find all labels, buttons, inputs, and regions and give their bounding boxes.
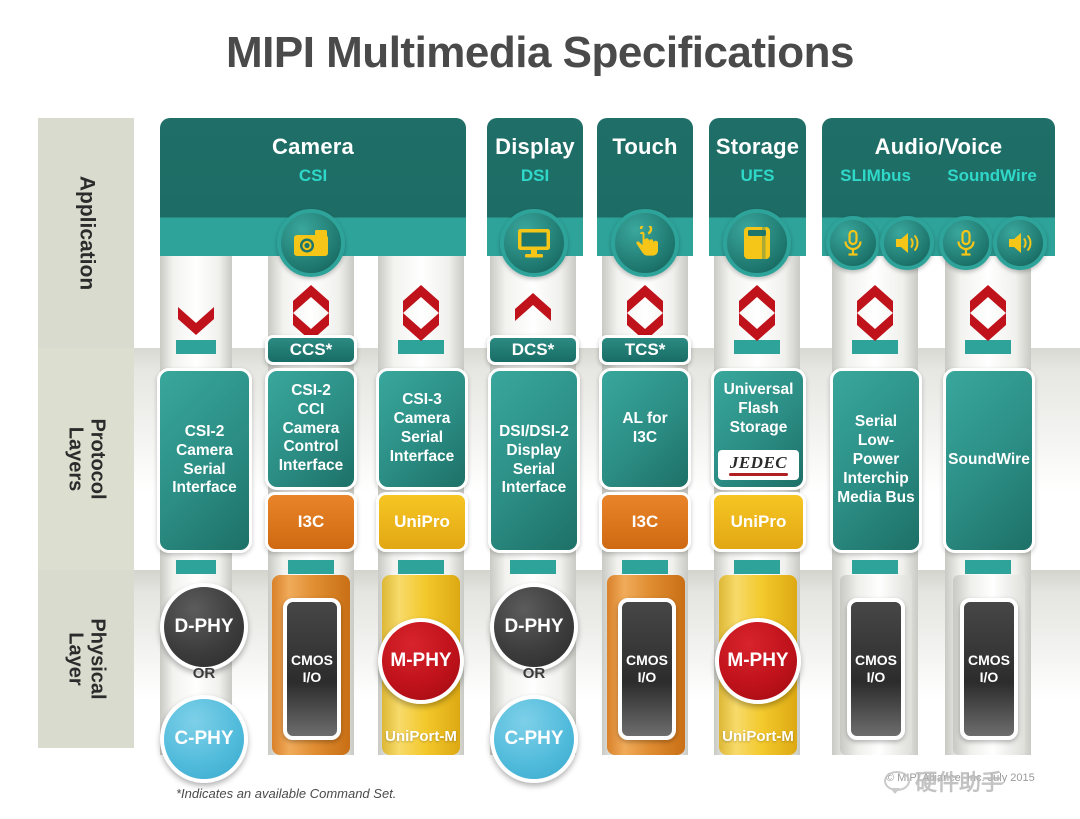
layer-label-protocol-line1: Protocol (86, 418, 109, 500)
layer-band-physical: Physical Layer (38, 570, 134, 748)
layer-label-protocol-line2: Layers (65, 426, 87, 492)
phy-cmos-box-cci[interactable]: CMOS I/O (283, 598, 341, 740)
watermark-bubble-icon (884, 771, 910, 794)
page-title: MIPI Multimedia Specifications (225, 28, 855, 77)
connector-nub-lower-dsi (510, 560, 556, 574)
monitor-icon[interactable] (500, 209, 568, 277)
camera-icon[interactable] (277, 209, 345, 277)
application-spec-slimbus: SLIMbus (840, 166, 911, 185)
protocol-box-soundwire[interactable]: SoundWire (943, 368, 1035, 553)
connector-nub-csi3 (398, 340, 444, 354)
phy-cmos-label-slimbus: CMOS I/O (855, 652, 897, 685)
application-name-audio-voice: Audio/Voice (874, 134, 1003, 159)
connector-nub-csi2 (176, 340, 216, 354)
phy-uniport-label-csi3: UniPort-M (385, 728, 457, 745)
watermark: 硬件助手 (884, 764, 1076, 798)
application-name-touch: Touch (612, 134, 678, 159)
phy-cmos-box-touch[interactable]: CMOS I/O (618, 598, 676, 740)
layer-label-physical-line2: Layer (65, 632, 87, 686)
jedec-logo-underline (729, 473, 788, 476)
arrow-down-csi2 (176, 305, 216, 337)
application-spec-storage: UFS (740, 166, 775, 185)
speaker-icon[interactable] (993, 216, 1047, 270)
phy-cmos-label-cci: CMOS I/O (291, 652, 333, 685)
arrow-bidirectional-slimbus (855, 285, 895, 341)
phy-cmos-box-soundwire[interactable]: CMOS I/O (960, 598, 1018, 740)
command-set-pill-ccs[interactable]: CCS* (265, 335, 357, 365)
storage-icon[interactable] (723, 209, 791, 277)
phy-circle-dphy-csi2[interactable]: D-PHY (160, 583, 248, 671)
arrow-bidirectional-soundwire (968, 285, 1008, 341)
phy-uniport-label-storage: UniPort-M (722, 728, 794, 745)
layer-label-physical-line1: Physical (86, 618, 109, 700)
application-spec-soundwire: SoundWire (947, 166, 1037, 185)
connector-nub-storage (734, 340, 780, 354)
connector-nub-lower-soundwire (965, 560, 1011, 574)
jedec-logo: JEDEC (718, 450, 799, 480)
command-set-pill-tcs[interactable]: TCS* (599, 335, 691, 365)
connector-nub-lower-storage (734, 560, 780, 574)
protocol-box-storage-text: Universal Flash Storage (723, 381, 794, 436)
touch-hand-icon[interactable] (611, 209, 679, 277)
protocol-box-csi2-text: CSI-2 Camera Serial Interface (172, 422, 237, 497)
connector-nub-lower-cci (288, 560, 334, 574)
arrow-bidirectional-touch (625, 285, 665, 341)
connector-nub-lower-slimbus (852, 560, 898, 574)
application-spec-display: DSI (520, 166, 550, 185)
protocol-box-touch-text: AL for I3C (622, 410, 668, 446)
phy-circle-dphy-dsi[interactable]: D-PHY (490, 583, 578, 671)
connector-nub-lower-csi2 (176, 560, 216, 574)
microphone-icon[interactable] (939, 216, 993, 270)
layer-band-application: Application (38, 118, 134, 348)
connector-nub-lower-touch (622, 560, 668, 574)
speaker-icon[interactable] (880, 216, 934, 270)
phy-circle-mphy-csi3[interactable]: M-PHY (378, 618, 464, 704)
watermark-text: 硬件助手 (915, 770, 1004, 795)
phy-circle-mphy-storage[interactable]: M-PHY (715, 618, 801, 704)
protocol-box-csi3[interactable]: CSI-3 Camera Serial Interface (376, 368, 468, 490)
phy-cmos-box-slimbus[interactable]: CMOS I/O (847, 598, 905, 740)
protocol-sub-storage-unipro[interactable]: UniPro (711, 492, 806, 552)
protocol-sub-csi3-unipro[interactable]: UniPro (376, 492, 468, 552)
phy-cmos-label-touch: CMOS I/O (626, 652, 668, 685)
application-name-camera: Camera (272, 134, 354, 159)
application-name-storage: Storage (715, 134, 800, 159)
command-set-pill-dcs[interactable]: DCS* (487, 335, 579, 365)
connector-nub-lower-csi3 (398, 560, 444, 574)
protocol-sub-cci-i3c[interactable]: I3C (265, 492, 357, 552)
protocol-box-csi3-text: CSI-3 Camera Serial Interface (389, 391, 455, 465)
connector-nub-slimbus (852, 340, 898, 354)
phy-or-label-csi2: OR (192, 665, 216, 682)
protocol-box-slimbus-text: Serial Low-Power Interchip Media Bus (837, 413, 915, 506)
arrow-bidirectional-storage (737, 285, 777, 341)
phy-or-label-dsi: OR (522, 665, 546, 682)
jedec-logo-text: JEDEC (729, 453, 788, 472)
phy-circle-cphy-dsi[interactable]: C-PHY (490, 695, 578, 783)
protocol-box-cci-text: CSI-2 CCI Camera Control Interface (278, 381, 344, 475)
microphone-icon[interactable] (826, 216, 880, 270)
connector-nub-soundwire (965, 340, 1011, 354)
application-name-display: Display (495, 134, 575, 159)
protocol-box-touch[interactable]: AL for I3C (599, 368, 691, 490)
layer-label-application: Application (75, 175, 99, 291)
arrow-bidirectional-cci (291, 285, 331, 341)
protocol-sub-touch-i3c[interactable]: I3C (599, 492, 691, 552)
application-spec-camera: CSI (298, 166, 328, 185)
application-spec-row-audio-voice: SLIMbus SoundWire (822, 166, 1055, 186)
arrow-up-dsi (513, 291, 553, 323)
protocol-box-dsi[interactable]: DSI/DSI-2 Display Serial Interface (488, 368, 580, 553)
diagram-canvas: MIPI Multimedia Specifications Applicati… (0, 0, 1080, 819)
layer-label-physical: Physical Layer (64, 618, 109, 700)
phy-cmos-label-soundwire: CMOS I/O (968, 652, 1010, 685)
layer-label-protocol: Protocol Layers (64, 418, 109, 500)
protocol-box-soundwire-text: SoundWire (948, 451, 1030, 469)
protocol-box-cci[interactable]: CSI-2 CCI Camera Control Interface (265, 368, 357, 490)
protocol-box-dsi-text: DSI/DSI-2 Display Serial Interface (499, 422, 569, 497)
layer-band-protocol: Protocol Layers (38, 348, 134, 570)
protocol-box-slimbus[interactable]: Serial Low-Power Interchip Media Bus (830, 368, 922, 553)
protocol-box-csi2[interactable]: CSI-2 Camera Serial Interface (157, 368, 252, 553)
arrow-bidirectional-csi3 (401, 285, 441, 341)
phy-circle-cphy-csi2[interactable]: C-PHY (160, 695, 248, 783)
footnote-command-set: *Indicates an available Command Set. (176, 786, 397, 801)
